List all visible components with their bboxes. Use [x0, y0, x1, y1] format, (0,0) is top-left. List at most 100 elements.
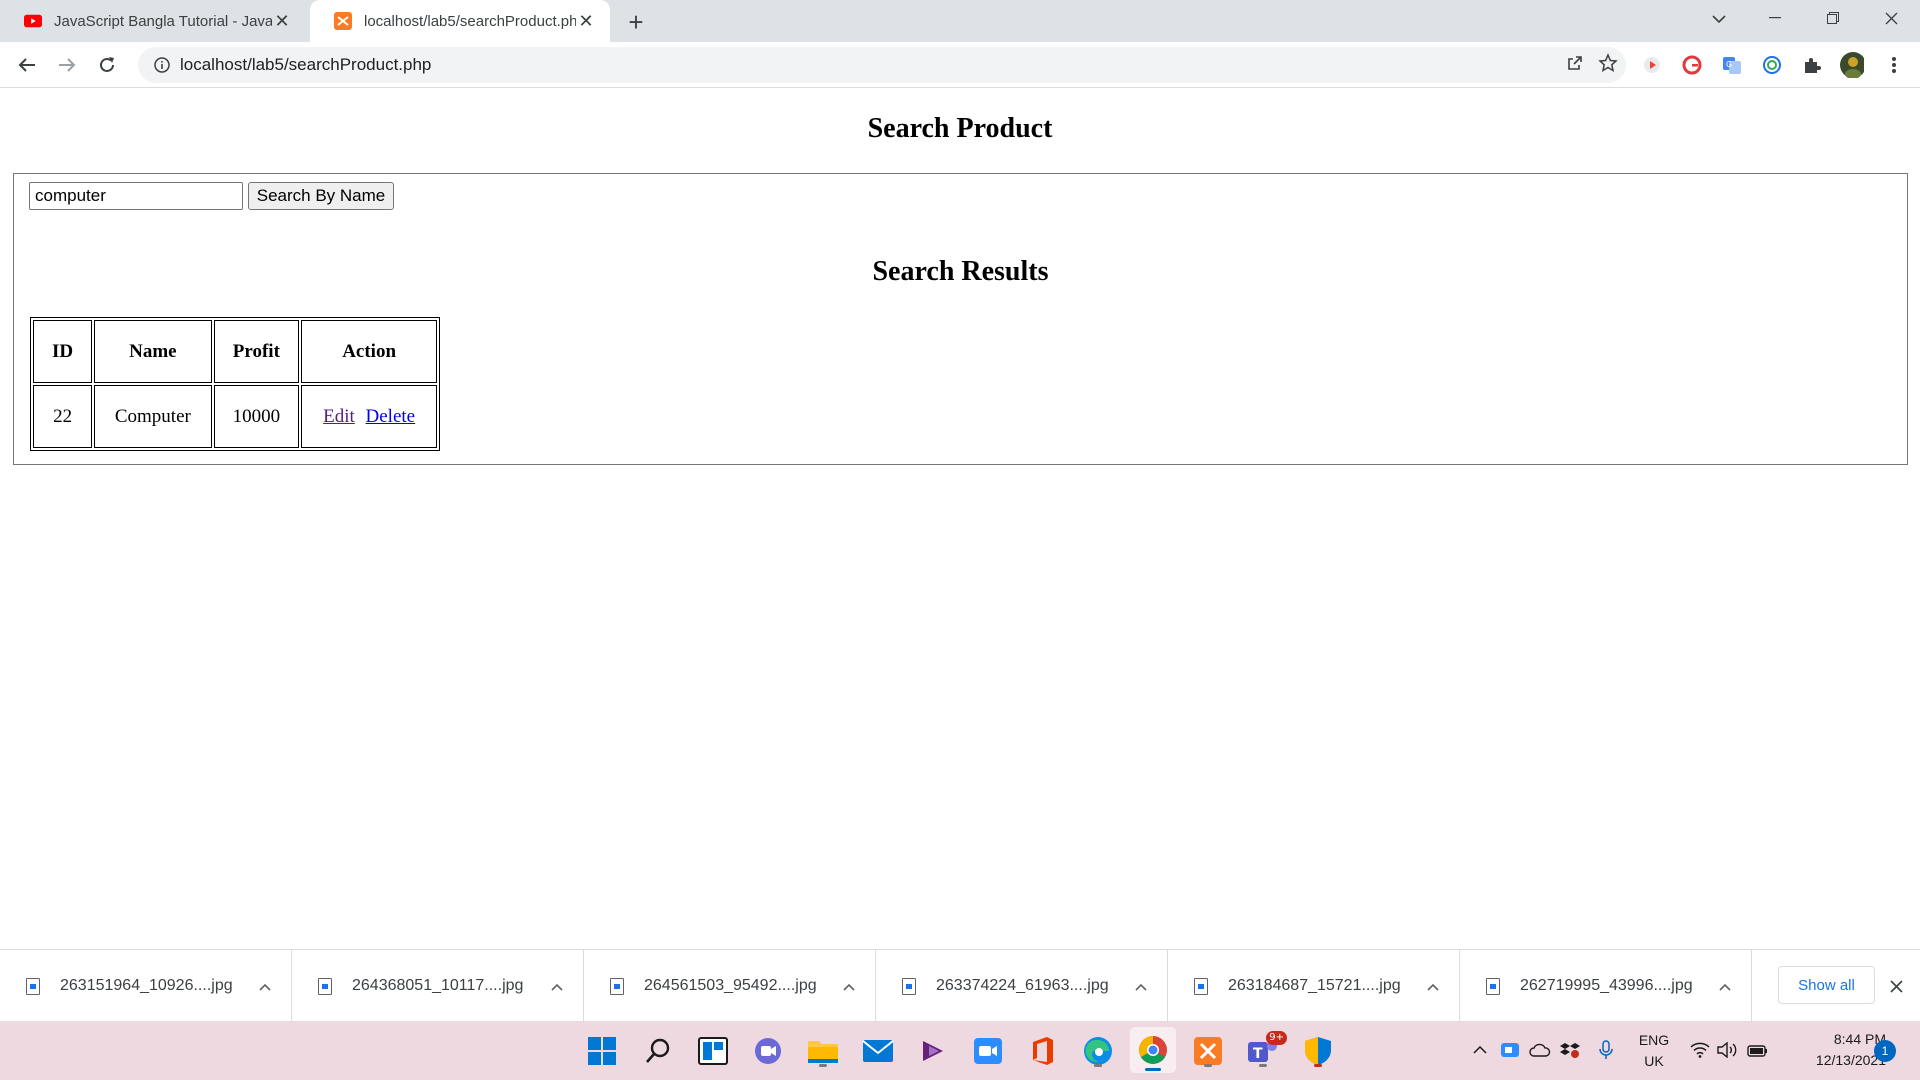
- clock-time: 8:44 PM: [1833, 1031, 1886, 1047]
- column-header-id: ID: [33, 320, 93, 383]
- more-menu-icon[interactable]: [1882, 53, 1906, 77]
- search-by-name-button[interactable]: Search By Name: [248, 182, 394, 210]
- download-item[interactable]: 263374224_61963....jpg: [876, 950, 1168, 1022]
- task-view-icon[interactable]: [695, 1033, 731, 1069]
- download-filename: 263374224_61963....jpg: [936, 977, 1109, 994]
- cell-profit: 10000: [213, 385, 300, 448]
- security-shield-icon[interactable]: [1300, 1033, 1336, 1069]
- chevron-up-icon[interactable]: [253, 978, 277, 994]
- download-filename: 263151964_10926....jpg: [60, 977, 233, 994]
- chevron-up-icon[interactable]: [1470, 1035, 1490, 1065]
- chat-icon[interactable]: [750, 1033, 786, 1069]
- tab-youtube[interactable]: JavaScript Bangla Tutorial - JavaS ✕: [0, 0, 306, 42]
- chevron-up-icon[interactable]: [837, 978, 861, 994]
- chevron-up-icon[interactable]: [1713, 978, 1737, 994]
- close-icon[interactable]: ✕: [576, 11, 596, 31]
- office-icon[interactable]: [1025, 1033, 1061, 1069]
- visual-studio-icon[interactable]: [915, 1033, 951, 1069]
- search-form-box: Search By Name Search Results ID Name Pr…: [13, 173, 1908, 465]
- battery-icon[interactable]: [1746, 1035, 1770, 1065]
- page-title: Search Product: [867, 113, 1053, 144]
- tab-strip: JavaScript Bangla Tutorial - JavaS ✕ loc…: [0, 0, 1920, 42]
- tab-search-product[interactable]: localhost/lab5/searchProduct.php ✕: [310, 0, 610, 42]
- results-title: Search Results: [872, 256, 1049, 287]
- file-explorer-icon[interactable]: [805, 1033, 841, 1069]
- region-code: UK: [1644, 1053, 1664, 1069]
- edge-icon[interactable]: [1080, 1033, 1116, 1069]
- dropbox-icon[interactable]: [1558, 1035, 1582, 1065]
- column-header-name: Name: [94, 320, 212, 383]
- volume-icon[interactable]: [1716, 1035, 1740, 1065]
- download-filename: 264368051_10117....jpg: [352, 977, 524, 994]
- search-icon[interactable]: [640, 1033, 676, 1069]
- notification-badge[interactable]: 1: [1874, 1040, 1896, 1062]
- download-filename: 263184687_15721....jpg: [1228, 977, 1401, 994]
- new-tab-button[interactable]: +: [622, 7, 650, 37]
- clock-date: 12/13/2021: [1815, 1052, 1886, 1068]
- mail-icon[interactable]: [860, 1033, 896, 1069]
- avatar[interactable]: [1840, 52, 1864, 78]
- reload-icon[interactable]: [92, 50, 122, 80]
- download-filename: 264561503_95492....jpg: [644, 977, 817, 994]
- youtube-icon: [24, 12, 42, 30]
- close-icon[interactable]: [1884, 974, 1908, 998]
- cell-id: 22: [33, 385, 93, 448]
- cell-action: Edit Delete: [301, 385, 438, 448]
- clock[interactable]: 8:44 PM 12/13/2021: [1780, 1029, 1886, 1071]
- extension-icon[interactable]: [1640, 53, 1664, 77]
- show-all-button[interactable]: Show all: [1778, 966, 1875, 1004]
- zoom-icon[interactable]: [970, 1033, 1006, 1069]
- chrome-icon[interactable]: [1130, 1027, 1176, 1073]
- chevron-up-icon[interactable]: [1421, 978, 1445, 994]
- image-file-icon: [610, 977, 624, 995]
- download-item[interactable]: 264368051_10117....jpg: [292, 950, 584, 1022]
- delete-link[interactable]: Delete: [366, 406, 416, 427]
- tab-title: localhost/lab5/searchProduct.php: [364, 12, 576, 30]
- table-row: 22 Computer 10000 Edit Delete: [33, 385, 438, 448]
- image-file-icon: [26, 977, 40, 995]
- restore-button[interactable]: [1804, 0, 1862, 36]
- zoom-tray-icon[interactable]: [1498, 1035, 1522, 1065]
- image-file-icon: [1194, 977, 1208, 995]
- page-content: Search Product Search By Name Search Res…: [0, 89, 1920, 949]
- language-code: ENG: [1638, 1032, 1670, 1048]
- sync-icon[interactable]: [1760, 53, 1784, 77]
- edit-link[interactable]: Edit: [323, 406, 355, 427]
- minimize-button[interactable]: [1746, 0, 1804, 36]
- onedrive-icon[interactable]: [1528, 1035, 1552, 1065]
- teams-icon[interactable]: T 9+: [1245, 1031, 1287, 1069]
- puzzle-icon[interactable]: [1800, 53, 1824, 77]
- microphone-icon[interactable]: [1594, 1035, 1618, 1065]
- back-arrow-icon[interactable]: [12, 50, 42, 80]
- chevron-up-icon[interactable]: [545, 978, 569, 994]
- info-icon[interactable]: [144, 57, 180, 73]
- windows-start-icon[interactable]: [584, 1033, 620, 1069]
- download-filename: 262719995_43996....jpg: [1520, 977, 1693, 994]
- cell-name: Computer: [94, 385, 212, 448]
- image-file-icon: [1486, 977, 1500, 995]
- results-table: ID Name Profit Action 22 Computer 10000 …: [30, 317, 441, 451]
- download-item[interactable]: 263151964_10926....jpg: [0, 950, 292, 1022]
- download-item[interactable]: 264561503_95492....jpg: [584, 950, 876, 1022]
- download-item[interactable]: 263184687_15721....jpg: [1168, 950, 1460, 1022]
- translate-icon[interactable]: G: [1720, 53, 1744, 77]
- xampp-icon[interactable]: [1190, 1033, 1226, 1069]
- grammarly-icon[interactable]: [1680, 53, 1704, 77]
- share-icon[interactable]: [1566, 54, 1584, 77]
- browser-toolbar: localhost/lab5/searchProduct.php G: [0, 42, 1920, 88]
- close-icon[interactable]: ✕: [272, 11, 292, 31]
- column-header-action: Action: [301, 320, 438, 383]
- wifi-icon[interactable]: [1688, 1035, 1712, 1065]
- search-input[interactable]: [29, 182, 243, 210]
- address-bar[interactable]: localhost/lab5/searchProduct.php: [138, 47, 1626, 83]
- language-indicator[interactable]: ENG UK: [1630, 1030, 1678, 1072]
- download-item[interactable]: 262719995_43996....jpg: [1460, 950, 1752, 1022]
- bookmark-star-icon[interactable]: [1598, 52, 1618, 78]
- teams-badge: 9+: [1266, 1031, 1287, 1045]
- forward-arrow-icon[interactable]: [52, 50, 82, 80]
- chevron-up-icon[interactable]: [1129, 978, 1153, 994]
- chevron-down-icon[interactable]: [1704, 6, 1734, 32]
- close-window-button[interactable]: [1862, 0, 1920, 36]
- svg-text:T: T: [1253, 1046, 1263, 1062]
- download-shelf: 263151964_10926....jpg 264368051_10117..…: [0, 949, 1920, 1022]
